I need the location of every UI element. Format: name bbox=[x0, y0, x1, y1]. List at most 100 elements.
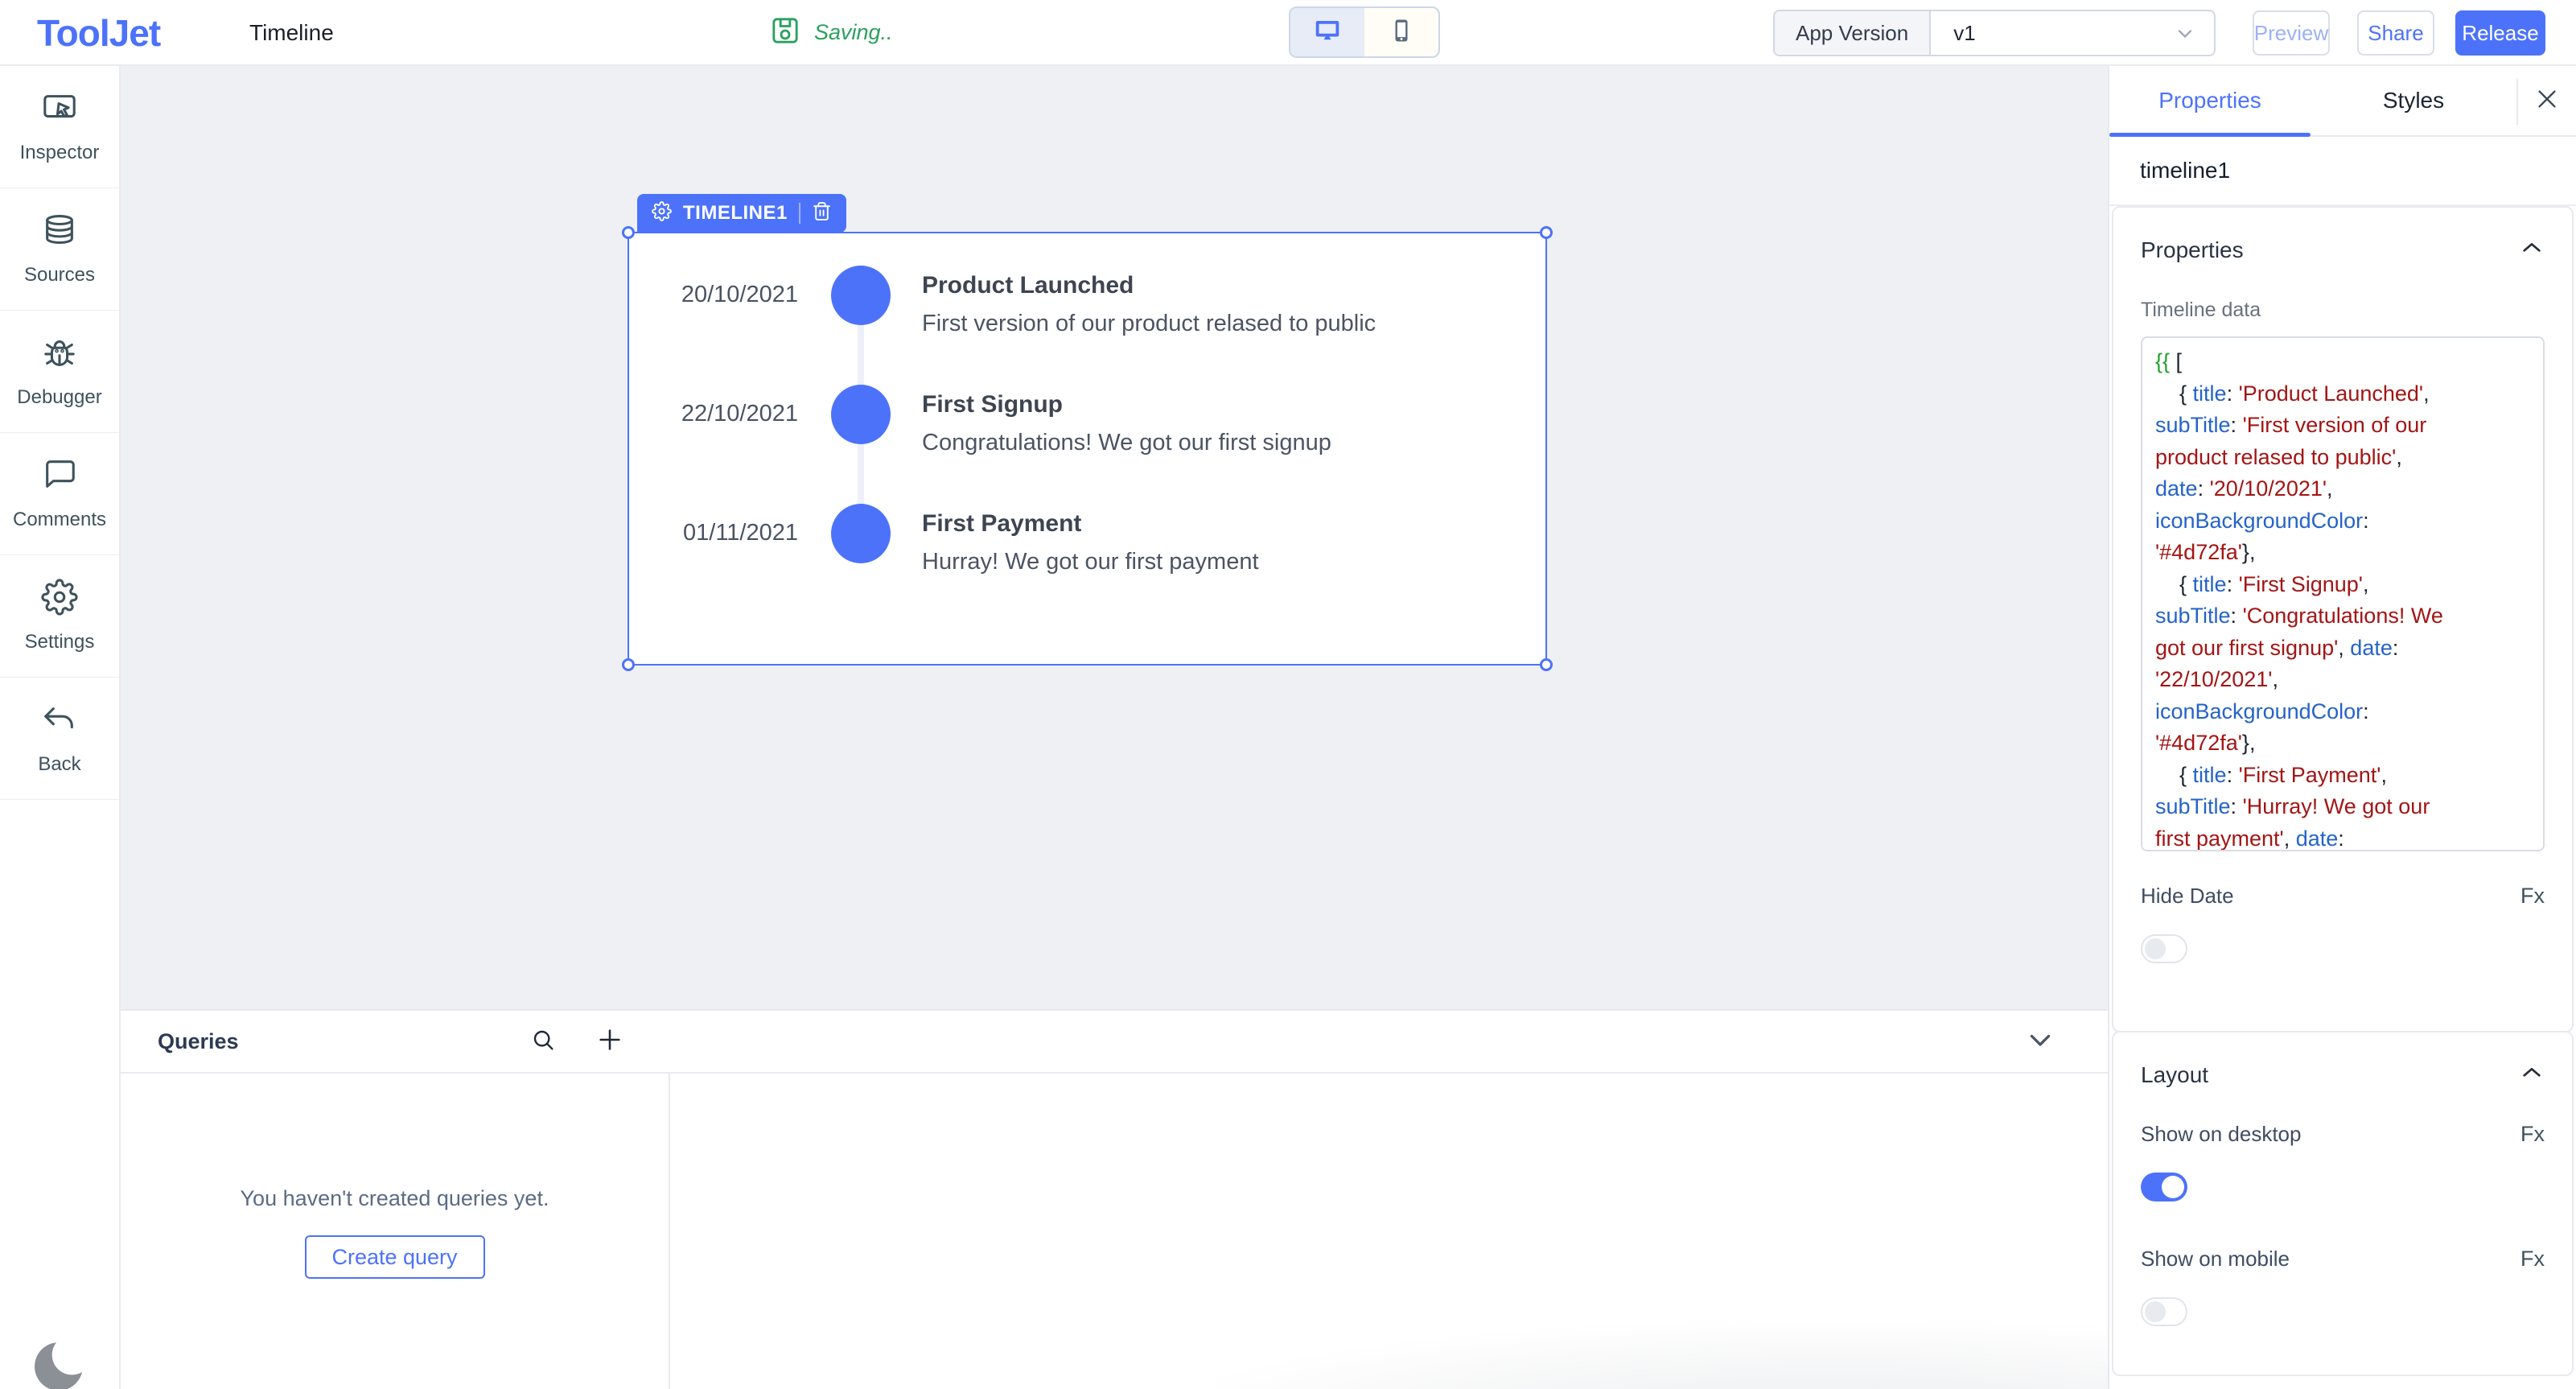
properties-section-card: Properties Timeline data {{ [ { title: '… bbox=[2112, 206, 2574, 1032]
query-panel: Queries You haven't created queries yet.… bbox=[121, 1009, 2108, 1389]
desktop-icon bbox=[1313, 16, 1342, 49]
share-button[interactable]: Share bbox=[2357, 10, 2434, 56]
layout-section-header[interactable]: Layout bbox=[2141, 1060, 2545, 1090]
app-name[interactable]: Timeline bbox=[249, 20, 334, 46]
moon-icon bbox=[34, 1334, 93, 1389]
back-arrow-icon bbox=[41, 701, 78, 742]
chevron-up-icon[interactable] bbox=[2519, 235, 2545, 265]
queries-empty-message: You haven't created queries yet. bbox=[240, 1186, 549, 1210]
chevron-down-icon bbox=[2174, 23, 2196, 51]
toggle-knob bbox=[2162, 1176, 2184, 1198]
topbar: ToolJet Timeline Saving.. App Version v1… bbox=[0, 0, 2576, 66]
timeline-entries: 20/10/2021 Product Launched First versio… bbox=[629, 266, 1545, 623]
timeline-data-editor[interactable]: {{ [ { title: 'Product Launched', subTitl… bbox=[2141, 336, 2545, 851]
timeline-entry-title: Product Launched bbox=[922, 272, 1134, 299]
search-icon[interactable] bbox=[530, 1027, 556, 1057]
properties-panel: Properties Styles timeline1 Properties T… bbox=[2108, 66, 2576, 1389]
widget-tag-name: TIMELINE1 bbox=[683, 202, 788, 224]
properties-panel-tabs: Properties Styles bbox=[2109, 66, 2576, 137]
show-on-desktop-toggle[interactable] bbox=[2141, 1173, 2187, 1201]
show-on-desktop-label: Show on desktop bbox=[2141, 1122, 2302, 1146]
sidebar-item-label: Sources bbox=[23, 264, 96, 286]
sidebar-item-sources[interactable]: Sources bbox=[0, 188, 119, 311]
device-mode-toggle bbox=[1289, 6, 1440, 58]
toggle-knob bbox=[2145, 938, 2166, 959]
timeline-entry-title: First Signup bbox=[922, 391, 1063, 418]
resize-handle-top-left[interactable] bbox=[622, 226, 635, 239]
resize-handle-top-right[interactable] bbox=[1540, 226, 1553, 239]
tooljet-logo[interactable]: ToolJet bbox=[37, 11, 161, 55]
timeline-entry-date: 01/11/2021 bbox=[683, 520, 798, 546]
query-list: You haven't created queries yet. Create … bbox=[121, 1074, 670, 1389]
tab-properties[interactable]: Properties bbox=[2109, 66, 2311, 137]
timeline-entry-dot bbox=[831, 385, 891, 444]
sidebar-item-back[interactable]: Back bbox=[0, 678, 119, 800]
mobile-icon bbox=[1387, 16, 1416, 49]
hide-date-toggle[interactable] bbox=[2141, 934, 2187, 963]
timeline-entry: 22/10/2021 First Signup Congratulations!… bbox=[629, 385, 1545, 504]
timeline-entry-subtitle: First version of our product relased to … bbox=[922, 311, 1376, 336]
timeline-entry-subtitle: Congratulations! We got our first signup bbox=[922, 430, 1331, 455]
show-on-mobile-label: Show on mobile bbox=[2141, 1247, 2290, 1271]
query-editor-preview bbox=[670, 1074, 2108, 1389]
layout-section-title: Layout bbox=[2141, 1061, 2209, 1087]
database-icon bbox=[41, 212, 78, 253]
timeline-entry-dot bbox=[831, 266, 891, 325]
sidebar-item-comments[interactable]: Comments bbox=[0, 433, 119, 555]
app-version-select[interactable]: v1 bbox=[1931, 11, 2214, 55]
add-query-plus-icon[interactable] bbox=[596, 1026, 623, 1057]
properties-section-header[interactable]: Properties bbox=[2141, 235, 2545, 265]
tooljet-app-builder: ToolJet Timeline Saving.. App Version v1… bbox=[0, 0, 2576, 1389]
timeline-entry-date: 20/10/2021 bbox=[681, 282, 798, 307]
tab-styles[interactable]: Styles bbox=[2311, 66, 2516, 135]
app-version-label: App Version bbox=[1775, 11, 1932, 55]
sidebar-item-label: Debugger bbox=[17, 386, 102, 408]
timeline-entry-dot bbox=[831, 504, 891, 563]
sidebar-item-inspector[interactable]: Inspector bbox=[0, 66, 119, 188]
timeline-widget[interactable]: 20/10/2021 Product Launched First versio… bbox=[622, 226, 1553, 671]
release-button[interactable]: Release bbox=[2455, 10, 2545, 56]
close-icon bbox=[2534, 86, 2560, 116]
timeline-entry-date: 22/10/2021 bbox=[681, 401, 798, 427]
create-query-button[interactable]: Create query bbox=[304, 1235, 485, 1279]
collapse-panel-chevron-down-icon[interactable] bbox=[2026, 1025, 2055, 1058]
tag-divider bbox=[798, 203, 800, 224]
save-icon bbox=[769, 14, 801, 51]
inspector-icon bbox=[41, 89, 78, 130]
bug-icon bbox=[41, 334, 78, 375]
resize-handle-bottom-left[interactable] bbox=[622, 658, 635, 671]
timeline-entry-subtitle: Hurray! We got our first payment bbox=[922, 549, 1259, 575]
sidebar-item-label: Inspector bbox=[19, 142, 100, 163]
preview-button[interactable]: Preview bbox=[2253, 10, 2330, 56]
sidebar-item-label: Settings bbox=[24, 631, 95, 653]
properties-section-title: Properties bbox=[2141, 237, 2244, 262]
show-on-mobile-toggle[interactable] bbox=[2141, 1297, 2187, 1326]
comment-icon bbox=[41, 456, 78, 497]
sidebar-item-label: Comments bbox=[12, 509, 107, 530]
app-version-control: App Version v1 bbox=[1773, 10, 2216, 56]
timeline-entry-title: First Payment bbox=[922, 510, 1082, 537]
resize-handle-bottom-right[interactable] bbox=[1540, 658, 1553, 671]
widget-name-field[interactable]: timeline1 bbox=[2109, 137, 2576, 206]
show-on-mobile-fx-button[interactable]: Fx bbox=[2520, 1247, 2545, 1272]
panel-shadow bbox=[1216, 1276, 2108, 1389]
hide-date-fx-button[interactable]: Fx bbox=[2520, 884, 2545, 909]
widget-delete-trash-icon[interactable] bbox=[812, 201, 832, 225]
timeline-entry: 20/10/2021 Product Launched First versio… bbox=[629, 266, 1545, 385]
sidebar-item-debugger[interactable]: Debugger bbox=[0, 311, 119, 433]
gear-icon bbox=[41, 579, 78, 620]
mobile-mode-button[interactable] bbox=[1364, 8, 1438, 56]
sidebar-item-label: Back bbox=[38, 753, 81, 775]
saving-status-text: Saving.. bbox=[814, 20, 893, 44]
show-on-desktop-fx-button[interactable]: Fx bbox=[2520, 1122, 2545, 1147]
widget-tag[interactable]: TIMELINE1 bbox=[637, 194, 846, 233]
left-sidebar: Inspector Sources Debugger Comments Sett… bbox=[0, 66, 121, 1389]
chevron-up-icon[interactable] bbox=[2519, 1060, 2545, 1090]
close-panel-button[interactable] bbox=[2518, 66, 2576, 135]
sidebar-item-settings[interactable]: Settings bbox=[0, 555, 119, 678]
widget-config-gear-icon[interactable] bbox=[652, 201, 672, 225]
query-panel-header: Queries bbox=[121, 1011, 2108, 1074]
desktop-mode-button[interactable] bbox=[1290, 8, 1364, 56]
dark-mode-toggle[interactable] bbox=[34, 1334, 93, 1389]
saving-indicator: Saving.. bbox=[769, 14, 893, 51]
